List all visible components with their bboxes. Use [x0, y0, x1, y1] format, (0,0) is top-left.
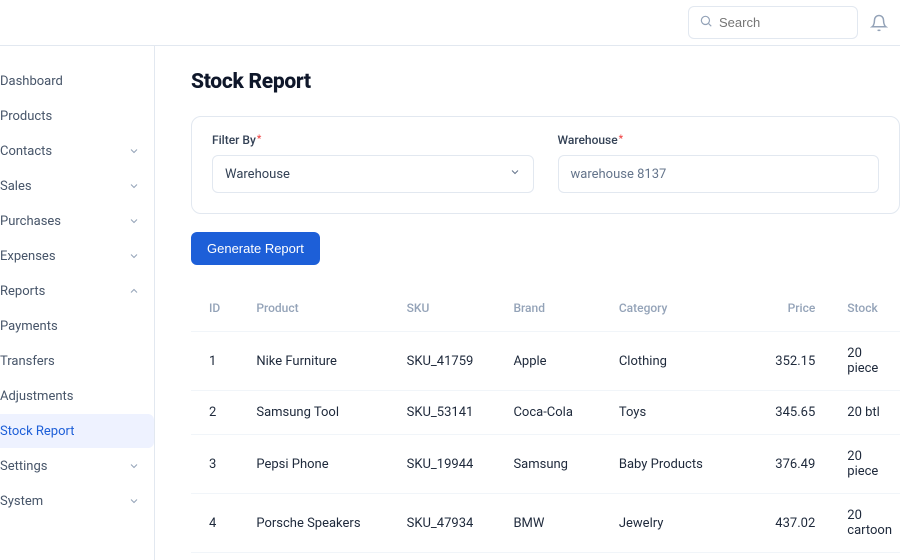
table-row: 2Samsung ToolSKU_53141Coca-ColaToys345.6…: [191, 391, 900, 435]
cell: SKU_19944: [399, 435, 506, 494]
cell: SKU_41759: [399, 332, 506, 391]
sidebar-item-label: System: [0, 494, 43, 509]
col-sku: SKU: [399, 291, 506, 332]
col-category: Category: [611, 291, 751, 332]
topbar: [0, 0, 900, 46]
sidebar-item-label: Sales: [0, 179, 32, 194]
cell: SKU_47934: [399, 494, 506, 553]
sidebar-item-contacts[interactable]: Contacts: [0, 134, 154, 168]
sidebar-item-settings[interactable]: Settings: [0, 449, 154, 483]
col-product: Product: [248, 291, 398, 332]
sidebar-item-dashboard[interactable]: Dashboard: [0, 64, 154, 98]
sidebar-item-stock-report[interactable]: Stock Report: [0, 414, 154, 448]
sidebar-item-label: Stock Report: [0, 424, 74, 439]
filter-card: Filter By* Warehouse Warehouse* warehous…: [191, 116, 900, 214]
main-content: Stock Report Filter By* Warehouse Wareho…: [155, 46, 900, 560]
filter-by-label: Filter By*: [212, 133, 534, 147]
table-row: 1Nike FurnitureSKU_41759AppleClothing352…: [191, 332, 900, 391]
sidebar-item-label: Contacts: [0, 144, 52, 159]
cell: 3: [191, 435, 248, 494]
warehouse-label: Warehouse*: [558, 133, 880, 147]
cell: SKU_53141: [399, 391, 506, 435]
sidebar-item-adjustments[interactable]: Adjustments: [0, 379, 154, 413]
cell: Porsche Speakers: [248, 494, 398, 553]
sidebar-item-label: Expenses: [0, 249, 56, 264]
col-brand: Brand: [505, 291, 610, 332]
sidebar-item-reports[interactable]: Reports: [0, 274, 154, 308]
cell: Porsche Accessory: [248, 553, 398, 560]
generate-report-button[interactable]: Generate Report: [191, 232, 320, 265]
sidebar-item-label: Adjustments: [0, 389, 74, 404]
chevron-down-icon: [128, 250, 140, 262]
table-row: 3Pepsi PhoneSKU_19944SamsungBaby Product…: [191, 435, 900, 494]
sidebar-item-label: Purchases: [0, 214, 61, 229]
cell: Gaming: [611, 553, 751, 560]
cell: 376.49: [751, 435, 839, 494]
cell: 4: [191, 494, 248, 553]
col-stock: Stock: [839, 291, 900, 332]
search-input[interactable]: [719, 15, 847, 30]
cell: Nike Furniture: [248, 332, 398, 391]
table-row: 5Porsche AccessorySKU_51437AppleGaming18…: [191, 553, 900, 560]
sidebar: Dashboard Products Contacts Sales Purchases E…: [0, 46, 155, 560]
notifications-icon[interactable]: [870, 14, 888, 32]
chevron-down-icon: [128, 460, 140, 472]
chevron-down-icon: [509, 166, 521, 182]
col-id: ID: [191, 291, 248, 332]
search-icon: [699, 13, 713, 32]
cell: Coca-Cola: [505, 391, 610, 435]
col-price: Price: [751, 291, 839, 332]
sidebar-item-transfers[interactable]: Transfers: [0, 344, 154, 378]
sidebar-item-label: Transfers: [0, 354, 55, 369]
cell: Toys: [611, 391, 751, 435]
cell: Apple: [505, 332, 610, 391]
chevron-down-icon: [128, 215, 140, 227]
cell: 437.02: [751, 494, 839, 553]
chevron-down-icon: [128, 145, 140, 157]
cell: SKU_51437: [399, 553, 506, 560]
cell: Samsung Tool: [248, 391, 398, 435]
page-title: Stock Report: [191, 70, 900, 94]
cell: BMW: [505, 494, 610, 553]
sidebar-item-expenses[interactable]: Expenses: [0, 239, 154, 273]
cell: Pepsi Phone: [248, 435, 398, 494]
sidebar-item-label: Payments: [0, 319, 58, 334]
cell: 183.39: [751, 553, 839, 560]
filter-by-select[interactable]: Warehouse: [212, 155, 534, 193]
warehouse-value: warehouse 8137: [571, 167, 667, 182]
sidebar-item-system[interactable]: System: [0, 484, 154, 518]
filter-by-value: Warehouse: [225, 167, 290, 182]
cell: 20 btl: [839, 391, 900, 435]
cell: 20 cartoon: [839, 494, 900, 553]
cell: Samsung: [505, 435, 610, 494]
stock-table: IDProductSKUBrandCategoryPriceStock 1Nik…: [191, 291, 900, 560]
cell: 345.65: [751, 391, 839, 435]
sidebar-item-products[interactable]: Products: [0, 99, 154, 133]
cell: Apple: [505, 553, 610, 560]
sidebar-item-label: Settings: [0, 459, 47, 474]
cell: Baby Products: [611, 435, 751, 494]
sidebar-item-sales[interactable]: Sales: [0, 169, 154, 203]
cell: 20 piece: [839, 435, 900, 494]
table-row: 4Porsche SpeakersSKU_47934BMWJewelry437.…: [191, 494, 900, 553]
sidebar-item-label: Dashboard: [0, 74, 63, 89]
cell: Clothing: [611, 332, 751, 391]
cell: 352.15: [751, 332, 839, 391]
warehouse-input[interactable]: warehouse 8137: [558, 155, 880, 193]
cell: 20 piece: [839, 332, 900, 391]
cell: 5: [191, 553, 248, 560]
sidebar-item-payments[interactable]: Payments: [0, 309, 154, 343]
cell: Jewelry: [611, 494, 751, 553]
search-box[interactable]: [688, 6, 858, 39]
chevron-down-icon: [128, 495, 140, 507]
cell: 2: [191, 391, 248, 435]
cell: 1: [191, 332, 248, 391]
sidebar-item-purchases[interactable]: Purchases: [0, 204, 154, 238]
cell: 20 piece: [839, 553, 900, 560]
sidebar-item-label: Products: [0, 109, 52, 124]
chevron-down-icon: [128, 180, 140, 192]
sidebar-item-label: Reports: [0, 284, 45, 299]
chevron-up-icon: [128, 285, 140, 297]
